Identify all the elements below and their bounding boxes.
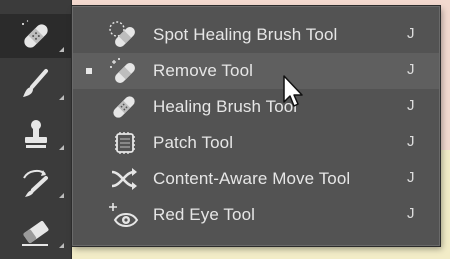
menu-item-label: Content-Aware Move Tool [153,169,351,188]
brush-icon [23,69,48,97]
menu-item-label: Remove Tool [153,61,254,80]
menu-item-red-eye-tool[interactable]: Red Eye Tool J [73,197,439,233]
spot-healing-tool-button[interactable] [0,14,72,58]
flyout-indicator-icon [59,95,64,100]
menu-item-shortcut: J [407,97,415,114]
content-aware-move-icon [111,168,137,190]
history-brush-tool-button[interactable] [0,160,72,204]
brush-tool-button[interactable] [0,62,72,106]
menu-item-healing-brush-tool[interactable]: Healing Brush Tool J [73,89,439,125]
bandage-icon [22,20,48,48]
eraser-tool-button[interactable] [0,210,72,254]
menu-item-spot-healing-brush-tool[interactable]: Spot Healing Brush Tool J [73,17,439,53]
menu-item-shortcut: J [407,205,415,222]
menu-item-content-aware-move-tool[interactable]: Content-Aware Move Tool J [73,161,439,197]
flyout-indicator-icon [59,193,64,198]
menu-item-label: Healing Brush Tool [153,97,298,116]
mouse-pointer-icon [283,75,303,107]
menu-item-patch-tool[interactable]: Patch Tool J [73,125,439,161]
healing-tools-flyout-menu: Spot Healing Brush Tool J Remove Tool J … [72,6,440,246]
menu-item-shortcut: J [407,25,415,42]
menu-item-shortcut: J [407,61,415,78]
menu-item-shortcut: J [407,133,415,150]
menu-item-remove-tool[interactable]: Remove Tool J [73,53,439,89]
menu-item-label: Spot Healing Brush Tool [153,25,338,44]
menu-item-label: Red Eye Tool [153,205,256,224]
flyout-indicator-icon [59,145,64,150]
healing-brush-icon [113,96,135,118]
spot-healing-brush-icon [109,21,135,47]
selected-tool-bullet [86,68,92,74]
flyout-indicator-icon [59,243,64,248]
patch-icon [115,132,135,154]
remove-tool-icon [110,58,135,83]
tools-panel [0,0,72,259]
menu-item-shortcut: J [407,169,415,186]
red-eye-icon [109,203,139,227]
eraser-icon [22,220,49,246]
history-brush-icon [23,169,48,197]
menu-item-label: Patch Tool [153,133,234,152]
flyout-indicator-icon [59,47,64,52]
clone-stamp-tool-button[interactable] [0,112,72,156]
stamp-icon [25,120,47,148]
